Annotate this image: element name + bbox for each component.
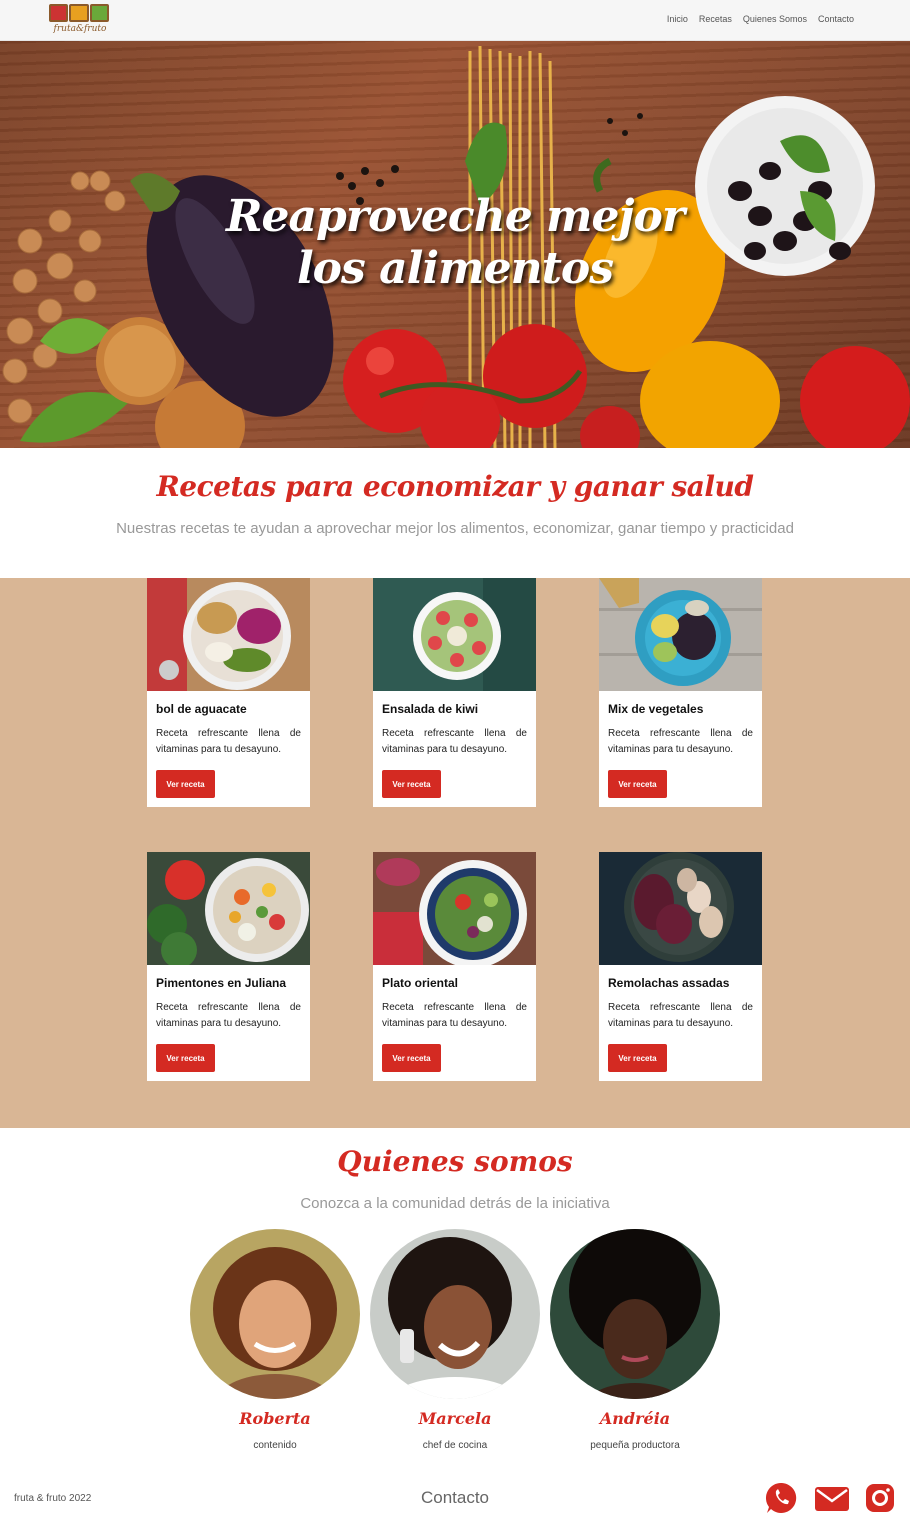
crates-icon [49,4,109,22]
recipe-image [147,578,310,691]
team-member-andreia: Andréia pequeña productora [545,1229,725,1469]
logo-text: fruta&fruto [53,24,107,34]
recipe-image [599,852,762,965]
recipe-card-title: Pimentones en Juliana [156,976,287,990]
top-navbar: fruta&fruto Inicio Recetas Quienes Somos… [0,0,910,41]
recipe-card-description: Receta refrescante llena de vitaminas pa… [382,1002,527,1029]
whatsapp-icon[interactable] [765,1481,799,1515]
footer-copyright: fruta & fruto 2022 [14,1493,92,1504]
brand-logo[interactable]: fruta&fruto [49,3,109,39]
team-member-role: chef de cocina [422,1440,488,1451]
recipe-card-title: Mix de vegetales [608,702,704,716]
team-member-name: Marcela [418,1409,492,1428]
about-subtitle: Conozca a la comunidad detrás de la inic… [300,1195,610,1212]
recipe-card-title: Remolachas assadas [608,976,730,990]
recipe-card-title: Plato oriental [382,976,459,990]
recipe-card-pimentones-en-juliana: Pimentones en Juliana Receta refrescante… [147,852,310,1081]
team-member-marcela: Marcela chef de cocina [365,1229,545,1469]
ver-receta-button[interactable]: Ver receta [608,770,667,798]
hero-banner: Reaproveche mejor los alimentos [0,41,910,448]
recipes-title: Recetas para economizar y ganar salud [156,470,755,503]
about-title: Quienes somos [337,1145,573,1178]
nav-link-quienes-somos[interactable]: Quienes Somos [743,14,807,24]
nav-link-contacto[interactable]: Contacto [818,14,854,24]
team-member-name: Andréia [599,1409,671,1428]
team-member-role: pequeña productora [590,1440,680,1451]
team-member-role: contenido [253,1440,297,1451]
avatar [190,1229,360,1399]
nav-link-inicio[interactable]: Inicio [667,14,688,24]
footer-contact-label: Contacto [420,1488,490,1507]
recipe-card-mix-de-vegetales: Mix de vegetales Receta refrescante llen… [599,578,762,807]
recipe-image [373,578,536,691]
recipe-card-remolachas-assadas: Remolachas assadas Receta refrescante ll… [599,852,762,1081]
recipe-card-description: Receta refrescante llena de vitaminas pa… [156,1002,301,1029]
instagram-icon[interactable] [865,1483,895,1513]
recipes-subtitle: Nuestras recetas te ayudan a aprovechar … [116,520,794,537]
recipe-image [373,852,536,965]
recipe-card-description: Receta refrescante llena de vitaminas pa… [608,1002,753,1029]
recipe-card-description: Receta refrescante llena de vitaminas pa… [156,728,301,755]
ver-receta-button[interactable]: Ver receta [156,770,215,798]
recipe-image [147,852,310,965]
team-member-name: Roberta [239,1409,311,1428]
recipe-card-plato-oriental: Plato oriental Receta refrescante llena … [373,852,536,1081]
hero-title: Reaproveche mejor los alimentos [225,191,685,294]
recipes-section: bol de aguacate Receta refrescante llena… [0,578,910,1128]
nav-menu: Inicio Recetas Quienes Somos Contacto [667,14,854,24]
team-member-roberta: Roberta contenido [185,1229,365,1469]
ver-receta-button[interactable]: Ver receta [156,1044,215,1072]
recipe-card-ensalada-de-kiwi: Ensalada de kiwi Receta refrescante llen… [373,578,536,807]
avatar [370,1229,540,1399]
recipe-card-title: bol de aguacate [156,702,247,716]
ver-receta-button[interactable]: Ver receta [382,1044,441,1072]
nav-link-recetas[interactable]: Recetas [699,14,732,24]
recipe-card-bol-de-aguacate: bol de aguacate Receta refrescante llena… [147,578,310,807]
recipe-card-description: Receta refrescante llena de vitaminas pa… [382,728,527,755]
recipe-image [599,578,762,691]
mail-icon[interactable] [814,1485,850,1513]
avatar [550,1229,720,1399]
recipe-card-description: Receta refrescante llena de vitaminas pa… [608,728,753,755]
ver-receta-button[interactable]: Ver receta [608,1044,667,1072]
recipe-card-title: Ensalada de kiwi [382,702,479,716]
ver-receta-button[interactable]: Ver receta [382,770,441,798]
